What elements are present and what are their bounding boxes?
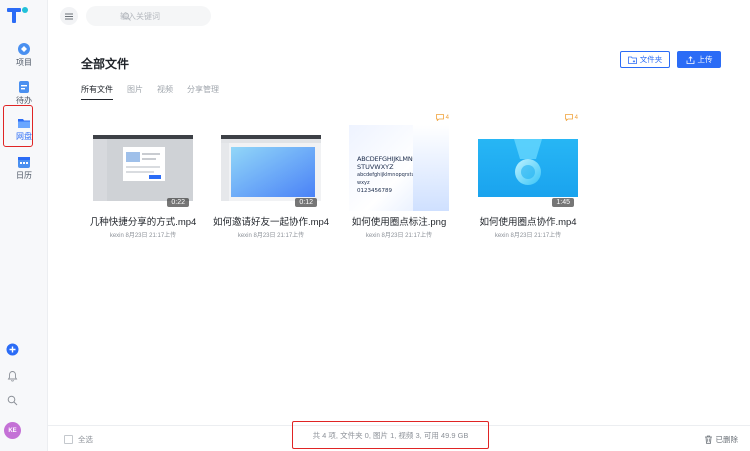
todo-icon (19, 81, 29, 93)
file-name[interactable]: 如何使用圈点协作.mp4 (466, 214, 590, 228)
file-meta: kexin 8月23日 21:17上传 (365, 233, 433, 239)
global-search-button[interactable] (0, 395, 25, 406)
search-input[interactable] (120, 11, 200, 21)
video-duration: 0:22 (167, 198, 189, 207)
comment-icon (564, 114, 573, 121)
select-all-checkbox[interactable] (64, 435, 73, 444)
plus-circle-icon (6, 343, 19, 356)
image-preview-shape (413, 125, 449, 211)
file-meta: kexin 8月23日 21:17上传 (494, 233, 562, 239)
sidebar-item-project[interactable]: 项目 (0, 42, 48, 68)
highlight-box (3, 105, 33, 147)
new-folder-button[interactable]: 文件夹 (620, 51, 670, 68)
select-all-label: 全选 (78, 435, 93, 444)
bottom-bar: 全选 共 4 项, 文件夹 0, 图片 1, 视频 3, 可用 49.9 GB … (48, 421, 750, 451)
new-folder-label: 文件夹 (639, 55, 663, 64)
file-name[interactable]: 如何邀请好友一起协作.mp4 (209, 214, 333, 228)
search-icon (122, 12, 131, 21)
file-thumbnail[interactable]: 0:22 (93, 125, 193, 211)
notification-button[interactable] (0, 370, 25, 382)
tab-all-files[interactable]: 所有文件 (81, 84, 113, 100)
folder-plus-icon (627, 56, 637, 64)
upload-button[interactable]: 上传 (677, 51, 721, 68)
file-thumbnail[interactable]: 0:12 (221, 125, 321, 211)
file-meta: kexin 8月23日 21:17上传 (109, 233, 177, 239)
deleted-files-button[interactable]: 已删除 (704, 434, 739, 445)
file-tabs: 所有文件 图片 视频 分享管理 (81, 84, 219, 100)
add-button[interactable] (0, 343, 25, 356)
video-duration: 1:45 (552, 198, 574, 207)
sidebar-item-label: 项目 (16, 58, 32, 67)
file-thumbnail[interactable]: 1:45 (478, 125, 578, 211)
tab-videos[interactable]: 视频 (157, 84, 173, 100)
left-sidebar: 项目 待办 网盘 日历 KE (0, 0, 48, 451)
bell-icon (7, 371, 18, 382)
page-title: 全部文件 (81, 57, 130, 71)
sidebar-item-calendar[interactable]: 日历 (0, 155, 48, 181)
hamburger-icon (65, 13, 73, 19)
sidebar-item-todo[interactable]: 待办 (0, 80, 48, 106)
video-duration: 0:12 (295, 198, 317, 207)
sidebar-item-label: 日历 (16, 171, 32, 180)
trash-icon (704, 435, 712, 444)
deleted-label: 已删除 (715, 435, 739, 444)
file-name[interactable]: 几种快捷分享的方式.mp4 (81, 214, 205, 228)
file-name[interactable]: 如何使用圈点标注.png (337, 214, 461, 228)
search-box[interactable] (86, 6, 211, 26)
select-all[interactable]: 全选 (64, 434, 93, 445)
comment-icon (435, 114, 444, 121)
tab-images[interactable]: 图片 (127, 84, 143, 100)
search-icon (7, 395, 18, 406)
avatar: KE (4, 422, 21, 439)
comment-count-value: 4 (445, 114, 449, 121)
upload-icon (686, 55, 694, 64)
tab-share-management[interactable]: 分享管理 (187, 84, 219, 100)
user-avatar-button[interactable]: KE (0, 422, 25, 439)
project-icon (18, 43, 30, 55)
comment-count-value: 4 (574, 114, 578, 121)
app-logo-icon[interactable] (6, 6, 30, 26)
comment-count[interactable]: 4 (435, 114, 449, 121)
calendar-icon (18, 157, 30, 168)
upload-label: 上传 (697, 55, 713, 64)
file-meta: kexin 8月23日 21:17上传 (237, 233, 305, 239)
storage-status: 共 4 项, 文件夹 0, 图片 1, 视频 3, 可用 49.9 GB (292, 421, 489, 449)
menu-button[interactable] (60, 7, 78, 25)
file-thumbnail[interactable]: ABCDEFGHIJKLMNOPQR STUVWXYZ abcdefghijkl… (349, 125, 449, 211)
comment-count[interactable]: 4 (564, 114, 578, 121)
